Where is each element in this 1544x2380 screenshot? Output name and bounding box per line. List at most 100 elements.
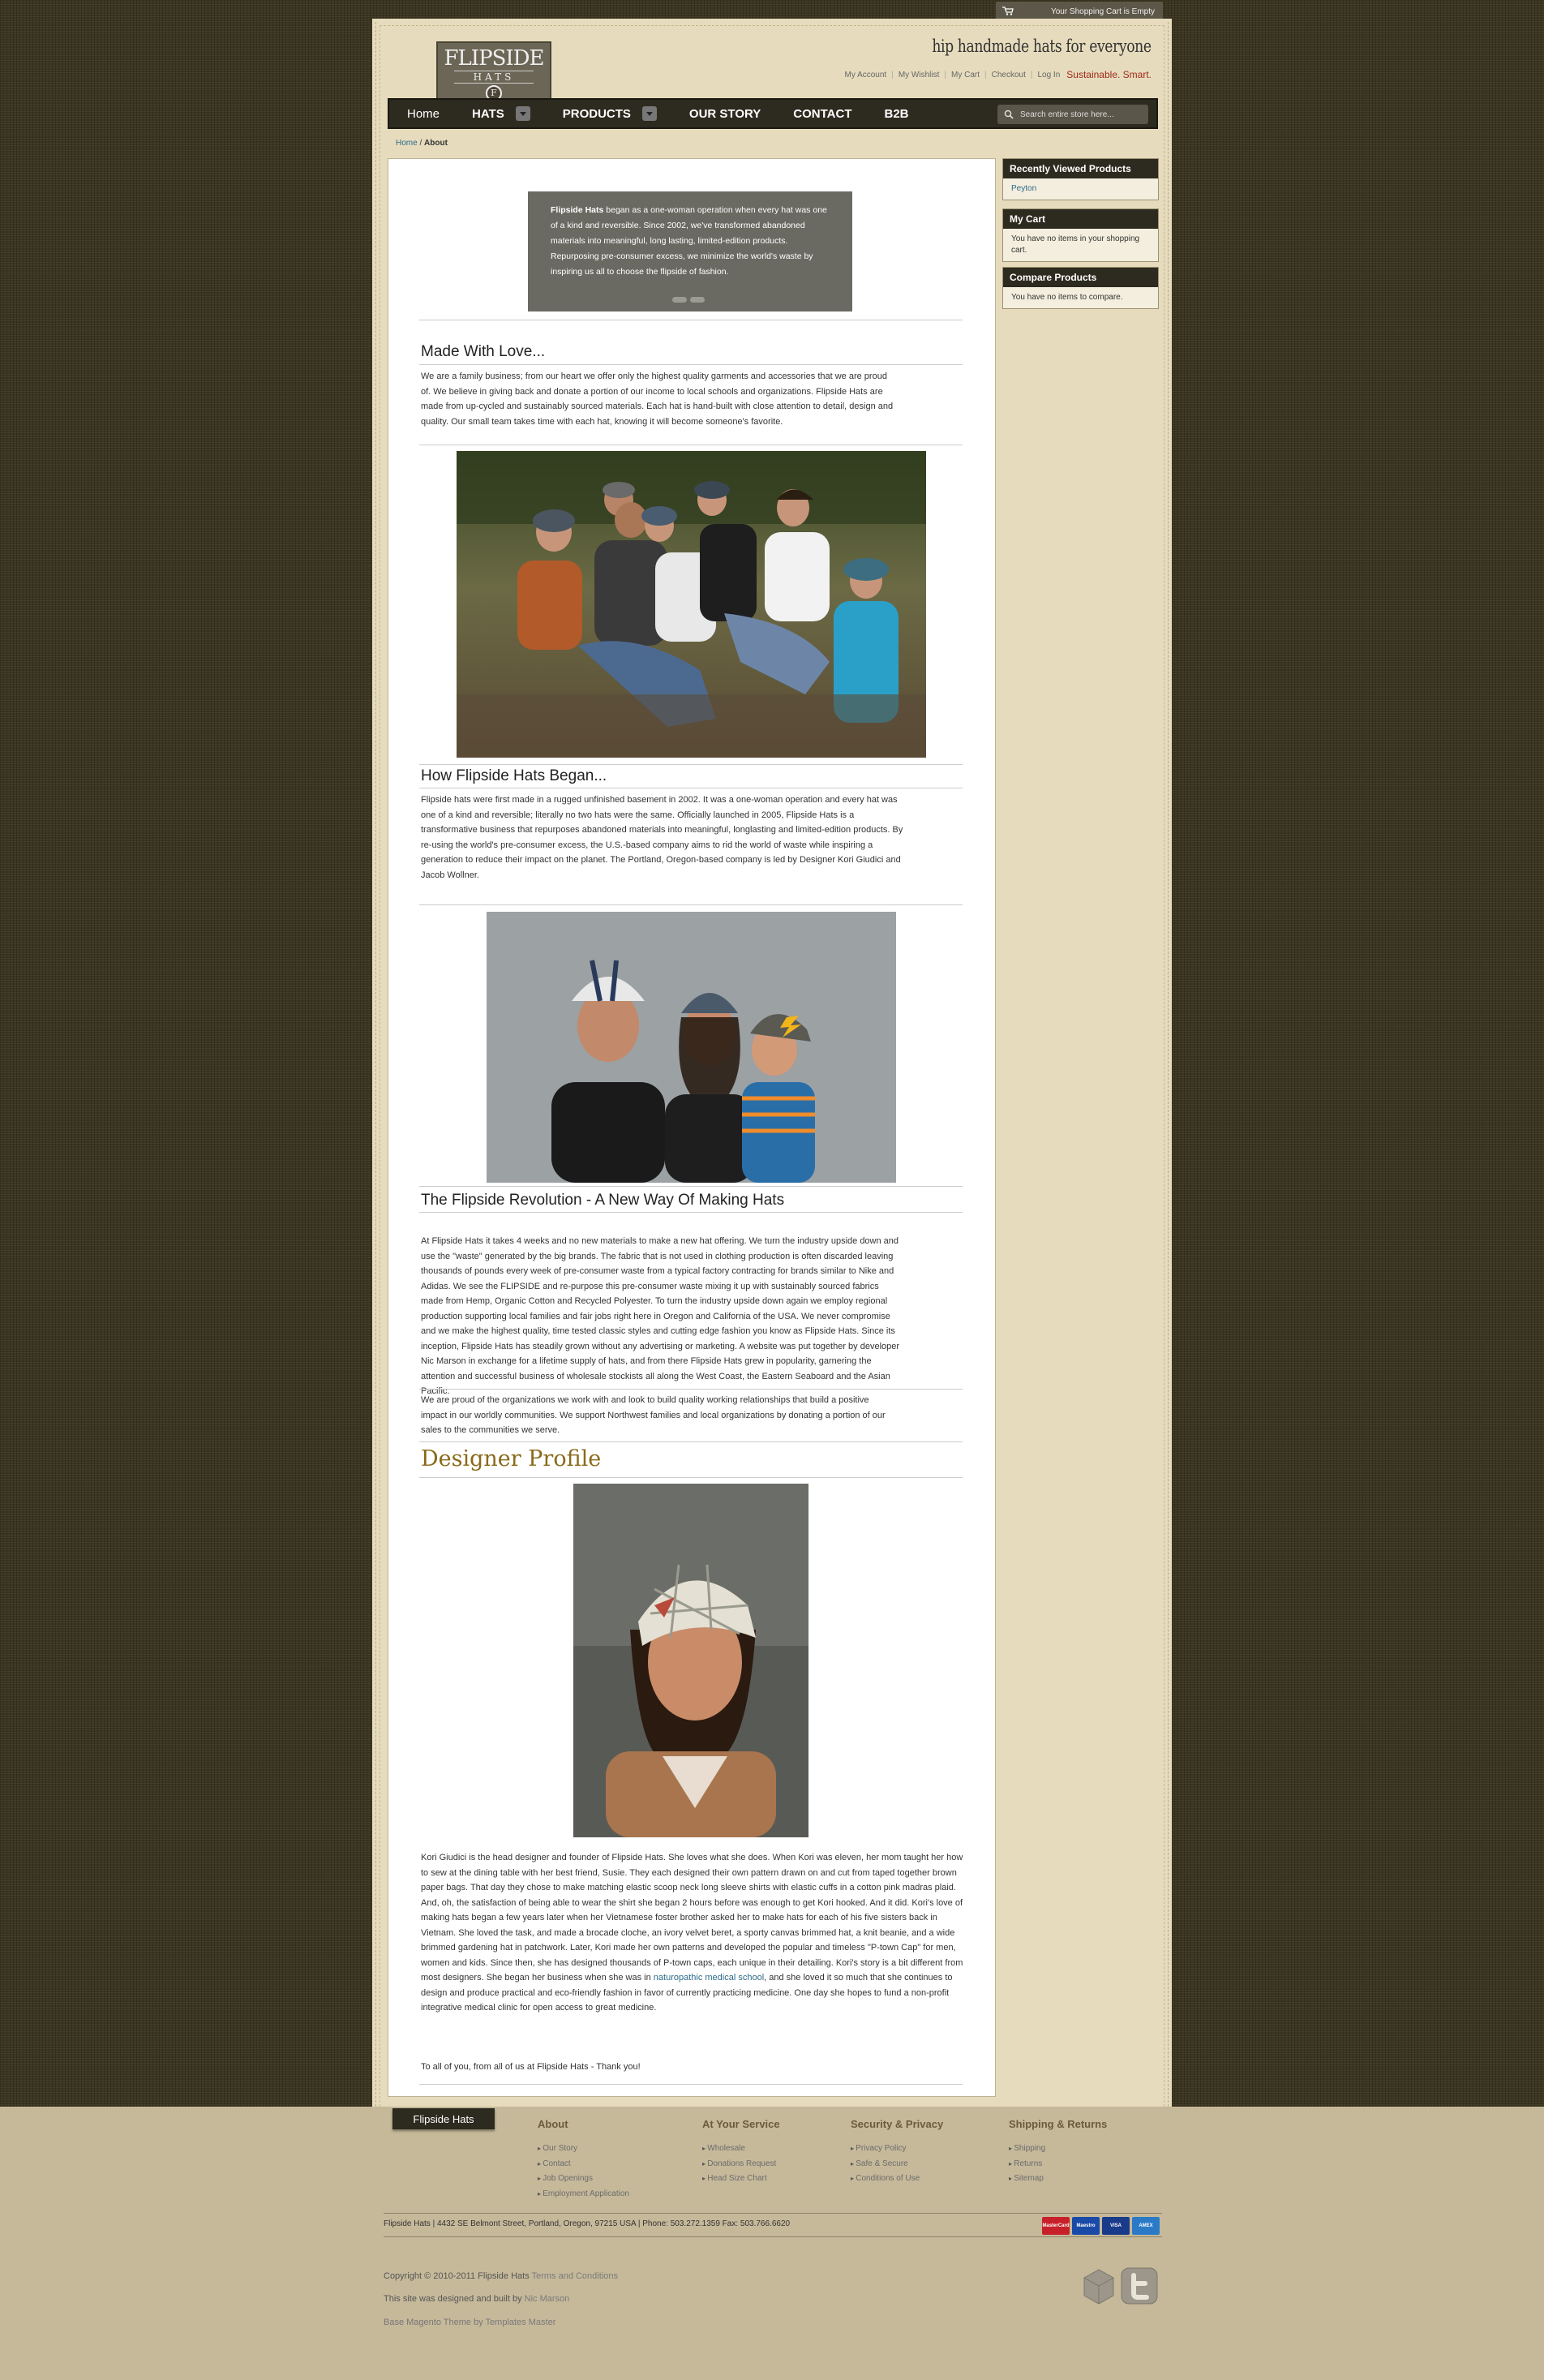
chevron-down-icon[interactable]: [515, 106, 530, 121]
page-container: FLIPSIDE HATS F hip handmade hats for ev…: [375, 22, 1169, 2107]
footer-link[interactable]: Head Size Chart: [702, 2172, 780, 2187]
breadcrumb-home[interactable]: Home: [396, 139, 418, 148]
designed-by-text: This site was designed and built by: [384, 2294, 522, 2304]
section-title-revolution: The Flipside Revolution - A New Way Of M…: [421, 1192, 785, 1209]
footer-copyright: Copyright © 2010-2011 Flipside Hats Term…: [384, 2271, 618, 2281]
footer-col-security: Security & Privacy Privacy Policy Safe &…: [851, 2118, 943, 2187]
footer-link[interactable]: Job Openings: [538, 2172, 629, 2187]
divider: [419, 1186, 963, 1187]
footer-col-title: About: [538, 2118, 568, 2130]
footer-link[interactable]: Donations Request: [702, 2157, 780, 2172]
nav-our-story[interactable]: OUR STORY: [673, 100, 777, 127]
designer-portrait-photo: [573, 1484, 808, 1837]
footer-col-shipping: Shipping & Returns Shipping Returns Site…: [1009, 2118, 1107, 2187]
recently-viewed-block: Recently Viewed Products Peyton: [1002, 158, 1159, 200]
slideshow-controls[interactable]: [672, 297, 708, 303]
search-icon: [1004, 110, 1014, 119]
breadcrumb-current: About: [424, 139, 448, 148]
twitter-icon[interactable]: [1120, 2266, 1159, 2305]
shopping-cart-status[interactable]: Your Shopping Cart is Empty: [996, 2, 1163, 21]
compare-text: You have no items to compare.: [1011, 293, 1123, 302]
mastercard-icon: MasterCard: [1042, 2217, 1070, 2235]
copyright-text: Copyright © 2010-2011 Flipside Hats: [384, 2271, 530, 2281]
my-cart-link[interactable]: My Cart: [951, 71, 980, 79]
theme-text: Base Magento Theme by: [384, 2318, 483, 2327]
social-icons: [1081, 2266, 1159, 2305]
footer-link[interactable]: Employment Application: [538, 2187, 629, 2202]
rss-icon[interactable]: [1081, 2266, 1117, 2305]
divider: [419, 364, 963, 365]
designer-link[interactable]: Nic Marson: [525, 2294, 570, 2304]
footer-col-title: Shipping & Returns: [1009, 2118, 1108, 2130]
cart-status-text: Your Shopping Cart is Empty: [1050, 6, 1155, 16]
checkout-link[interactable]: Checkout: [992, 71, 1026, 79]
footer-link[interactable]: Contact: [538, 2157, 629, 2172]
divider: [419, 764, 963, 765]
footer-designed-by: This site was designed and built by Nic …: [384, 2294, 569, 2304]
footer-link[interactable]: Safe & Secure: [851, 2157, 943, 2172]
nav-home[interactable]: Home: [389, 100, 456, 127]
nav-contact-label: CONTACT: [793, 106, 852, 121]
recently-viewed-item[interactable]: Peyton: [1011, 184, 1036, 193]
closing-text: To all of you, from all of us at Flipsid…: [421, 2062, 641, 2072]
my-cart-text: You have no items in your shopping cart.: [1011, 234, 1140, 255]
nav-hats[interactable]: HATS: [456, 100, 547, 127]
designer-profile-text: Kori Giudici is the head designer and fo…: [421, 1850, 966, 2016]
footer-link[interactable]: Conditions of Use: [851, 2172, 943, 2187]
amex-icon: AMEX: [1132, 2217, 1160, 2235]
terms-link[interactable]: Terms and Conditions: [532, 2271, 618, 2281]
search-input[interactable]: Search entire store here...: [997, 105, 1148, 124]
main-content: Flipside Hats began as a one-woman opera…: [388, 158, 996, 2097]
slide-dot[interactable]: [690, 297, 705, 303]
my-cart-title: My Cart: [1003, 209, 1158, 229]
my-wishlist-link[interactable]: My Wishlist: [899, 71, 940, 79]
nav-products-label: PRODUCTS: [562, 106, 631, 121]
nav-b2b[interactable]: B2B: [868, 100, 925, 127]
nav-products[interactable]: PRODUCTS: [547, 100, 673, 127]
section-title-how-began: How Flipside Hats Began...: [421, 767, 607, 784]
chevron-down-icon[interactable]: [641, 106, 657, 121]
footer-link[interactable]: Our Story: [538, 2142, 629, 2157]
intro-slideshow: Flipside Hats began as a one-woman opera…: [528, 191, 852, 311]
footer-tab: Flipside Hats: [392, 2108, 495, 2129]
my-account-link[interactable]: My Account: [845, 71, 887, 79]
breadcrumb-separator: /: [417, 139, 425, 148]
slogan: Sustainable. Smart.: [1066, 69, 1152, 80]
templates-master-link[interactable]: Templates Master: [486, 2318, 556, 2327]
nav-contact[interactable]: CONTACT: [777, 100, 868, 127]
section-title-made-with-love: Made With Love...: [421, 343, 546, 360]
footer-link[interactable]: Returns: [1009, 2157, 1107, 2172]
footer-col-about: About Our Story Contact Job Openings Emp…: [538, 2118, 629, 2202]
site-footer: Flipside Hats About Our Story Contact Jo…: [0, 2107, 1544, 2380]
nav-our-story-label: OUR STORY: [688, 106, 761, 121]
footer-link[interactable]: Privacy Policy: [851, 2142, 943, 2157]
designer-profile-text-a: Kori Giudici is the head designer and fo…: [421, 1853, 963, 1983]
founders-photo: [487, 912, 896, 1183]
logo-subtext: HATS: [454, 71, 534, 84]
cart-icon: [1002, 6, 1014, 15]
footer-link[interactable]: Shipping: [1009, 2142, 1107, 2157]
revolution-text-2: We are proud of the organizations we wor…: [421, 1395, 886, 1435]
footer-link[interactable]: Wholesale: [702, 2142, 780, 2157]
search-placeholder: Search entire store here...: [1020, 110, 1114, 119]
maestro-icon: Maestro: [1072, 2217, 1100, 2235]
footer-link[interactable]: Sitemap: [1009, 2172, 1107, 2187]
slide-dot[interactable]: [672, 297, 687, 303]
footer-col-title: Security & Privacy: [851, 2118, 944, 2130]
login-link[interactable]: Log In: [1037, 71, 1060, 79]
compare-block: Compare Products You have no items to co…: [1002, 267, 1159, 309]
site-logo[interactable]: FLIPSIDE HATS F: [436, 41, 551, 101]
recently-viewed-title: Recently Viewed Products: [1003, 159, 1158, 178]
footer-address: Flipside Hats | 4432 SE Belmont Street, …: [384, 2219, 791, 2228]
made-with-love-text: We are a family business; from our heart…: [421, 372, 894, 427]
footer-theme: Base Magento Theme by Templates Master: [384, 2318, 555, 2327]
footer-col-title: At Your Service: [702, 2118, 780, 2130]
naturopathic-school-link[interactable]: naturopathic medical school: [654, 1973, 764, 1983]
revolution-text: At Flipside Hats it takes 4 weeks and no…: [421, 1236, 900, 1396]
intro-lead: Flipside Hats: [551, 205, 604, 215]
family-group-photo: [457, 451, 926, 758]
nav-b2b-label: B2B: [884, 106, 909, 121]
divider: [419, 1389, 963, 1390]
compare-title: Compare Products: [1003, 268, 1158, 287]
divider: [419, 1477, 963, 1478]
